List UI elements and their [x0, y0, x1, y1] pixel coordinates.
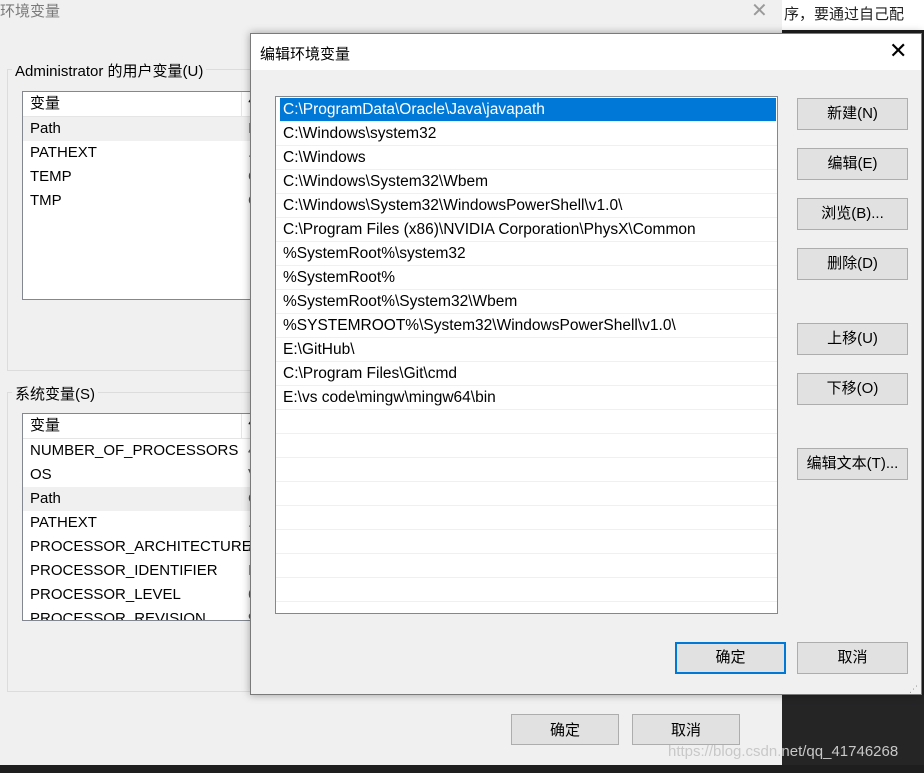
variable-name: PROCESSOR_REVISION — [30, 610, 206, 621]
path-entry[interactable] — [276, 554, 777, 578]
path-entry[interactable]: E:\vs code\mingw\mingw64\bin — [276, 386, 777, 410]
variable-name: PROCESSOR_LEVEL — [30, 586, 181, 603]
path-entry[interactable]: C:\ProgramData\Oracle\Java\javapath — [280, 98, 776, 122]
cancel-button[interactable]: 取消 — [797, 642, 908, 674]
ok-button[interactable]: 确定 — [675, 642, 786, 674]
resize-grip-icon[interactable]: ⋰ — [909, 684, 919, 695]
path-entry[interactable]: E:\GitHub\ — [276, 338, 777, 362]
system-variables-label: 系统变量(S) — [12, 383, 98, 404]
system-variables-list[interactable]: 变量 值 NUMBER_OF_PROCESSORS4OSVPathCPATHEX… — [22, 413, 260, 621]
path-entry[interactable] — [276, 482, 777, 506]
variable-name: TEMP — [30, 168, 72, 185]
variable-row[interactable]: PROCESSOR_IDENTIFIERI — [23, 559, 259, 583]
variable-row[interactable]: PROCESSOR_REVISION9 — [23, 607, 259, 621]
window-title: 环境变量 — [0, 3, 61, 20]
variable-name: PROCESSOR_IDENTIFIER — [30, 562, 218, 579]
edit-button[interactable]: 编辑(E) — [797, 148, 908, 180]
path-entry[interactable] — [276, 434, 777, 458]
move-up-button[interactable]: 上移(U) — [797, 323, 908, 355]
path-entry[interactable] — [276, 410, 777, 434]
path-entry[interactable] — [276, 458, 777, 482]
close-icon[interactable]: ✕ — [889, 39, 907, 63]
close-icon[interactable]: ✕ — [751, 0, 768, 23]
new-button[interactable]: 新建(N) — [797, 98, 908, 130]
edit-environment-variable-dialog: 编辑环境变量 ✕ C:\ProgramData\Oracle\Java\java… — [250, 33, 922, 695]
variable-name: NUMBER_OF_PROCESSORS — [30, 442, 239, 459]
delete-button[interactable]: 删除(D) — [797, 248, 908, 280]
env-cancel-button[interactable]: 取消 — [632, 714, 740, 745]
background-app-panel — [782, 695, 924, 773]
variable-name: Path — [30, 490, 61, 507]
variable-row[interactable]: TEMPC — [23, 165, 259, 189]
path-entry[interactable]: C:\Program Files (x86)\NVIDIA Corporatio… — [276, 218, 777, 242]
path-entry[interactable]: C:\Windows\System32\WindowsPowerShell\v1… — [276, 194, 777, 218]
path-entry[interactable]: C:\Windows\System32\Wbem — [276, 170, 777, 194]
path-entry[interactable] — [276, 578, 777, 602]
watermark: https://blog.csdn.net/qq_41746268 — [668, 743, 899, 760]
variable-row[interactable]: TMPC — [23, 189, 259, 213]
browse-button[interactable]: 浏览(B)... — [797, 198, 908, 230]
edit-text-button[interactable]: 编辑文本(T)... — [797, 448, 908, 480]
move-down-button[interactable]: 下移(O) — [797, 373, 908, 405]
path-entry[interactable]: C:\Windows — [276, 146, 777, 170]
variable-name: Path — [30, 120, 61, 137]
variable-row[interactable]: OSV — [23, 463, 259, 487]
variable-row[interactable]: PathC — [23, 487, 259, 511]
list-header[interactable]: 变量 值 — [23, 414, 259, 439]
background-app-text: 序，要通过自己配 — [782, 0, 924, 30]
variable-name: TMP — [30, 192, 62, 209]
taskbar-edge — [0, 765, 924, 773]
dialog-title: 编辑环境变量 — [260, 46, 351, 63]
path-entry[interactable] — [276, 506, 777, 530]
dialog-titlebar[interactable]: 编辑环境变量 ✕ — [251, 34, 921, 70]
path-entry[interactable]: C:\Windows\system32 — [276, 122, 777, 146]
variable-name: PROCESSOR_ARCHITECTURE — [30, 538, 252, 555]
path-entries-list[interactable]: C:\ProgramData\Oracle\Java\javapath C:\Wi… — [275, 96, 778, 614]
variable-row[interactable]: PathI — [23, 117, 259, 141]
column-header-variable[interactable]: 变量 — [30, 95, 60, 112]
variable-name: PATHEXT — [30, 144, 97, 161]
env-ok-button[interactable]: 确定 — [511, 714, 619, 745]
user-variables-label: Administrator 的用户变量(U) — [12, 60, 207, 81]
variable-name: OS — [30, 466, 52, 483]
variable-row[interactable]: PROCESSOR_LEVEL6 — [23, 583, 259, 607]
column-header-variable[interactable]: 变量 — [30, 417, 60, 434]
variable-row[interactable]: PATHEXT. — [23, 511, 259, 535]
variable-row[interactable]: PATHEXT. — [23, 141, 259, 165]
variable-row[interactable]: PROCESSOR_ARCHITECTUREA — [23, 535, 259, 559]
path-entry[interactable]: %SystemRoot%\System32\Wbem — [276, 290, 777, 314]
path-entry[interactable]: C:\Program Files\Git\cmd — [276, 362, 777, 386]
list-header[interactable]: 变量 值 — [23, 92, 259, 117]
path-entry[interactable]: %SYSTEMROOT%\System32\WindowsPowerShell\… — [276, 314, 777, 338]
variable-name: PATHEXT — [30, 514, 97, 531]
path-entry[interactable]: %SystemRoot%\system32 — [276, 242, 777, 266]
path-entry[interactable]: %SystemRoot% — [276, 266, 777, 290]
path-entry[interactable] — [276, 530, 777, 554]
user-variables-list[interactable]: 变量 值 PathIPATHEXT.TEMPCTMPC — [22, 91, 260, 300]
variable-row[interactable]: NUMBER_OF_PROCESSORS4 — [23, 439, 259, 463]
